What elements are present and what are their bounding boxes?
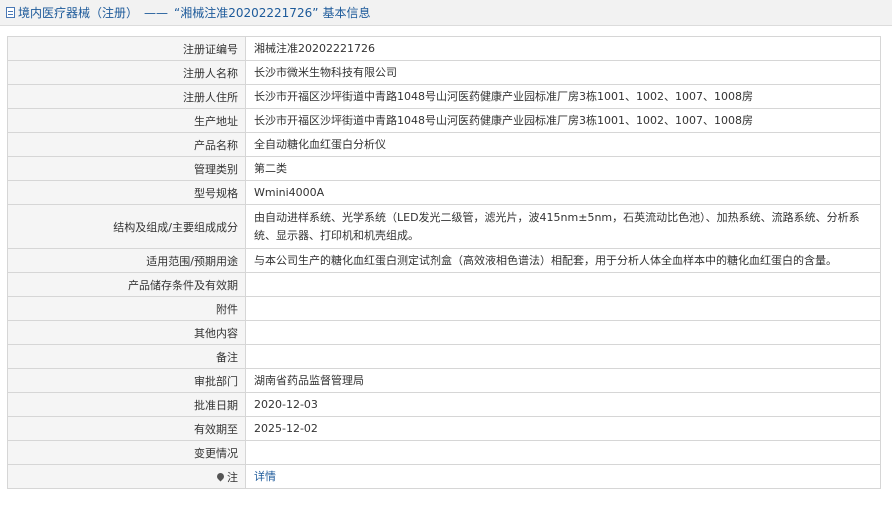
row-value: 湘械注准20202221726: [245, 36, 881, 61]
row-value: 湖南省药品监督管理局: [245, 368, 881, 393]
note-label-cell: 注: [7, 464, 246, 489]
row-label: 结构及组成/主要组成成分: [7, 204, 246, 249]
pin-icon: [215, 471, 226, 481]
row-value: 与本公司生产的糖化血红蛋白测定试剂盒（高效液相色谱法）相配套，用于分析人体全血样…: [245, 248, 881, 273]
row-value: 全自动糖化血红蛋白分析仪: [245, 132, 881, 157]
table-row: 型号规格 Wmini4000A: [7, 180, 881, 205]
row-label: 批准日期: [7, 392, 246, 417]
row-label: 管理类别: [7, 156, 246, 181]
title-record-name: “湘械注准20202221726”: [174, 6, 319, 20]
row-label: 生产地址: [7, 108, 246, 133]
title-suffix: 基本信息: [322, 6, 371, 20]
details-link[interactable]: 详情: [254, 470, 276, 483]
table-row: 审批部门 湖南省药品监督管理局: [7, 368, 881, 393]
row-label: 注册人名称: [7, 60, 246, 85]
table-row: 有效期至 2025-12-02: [7, 416, 881, 441]
row-label: 审批部门: [7, 368, 246, 393]
row-label: 产品名称: [7, 132, 246, 157]
row-value: [245, 296, 881, 321]
row-label: 产品储存条件及有效期: [7, 272, 246, 297]
row-value: 2025-12-02: [245, 416, 881, 441]
table-row: 结构及组成/主要组成成分 由自动进样系统、光学系统（LED发光二级管，滤光片，波…: [7, 204, 881, 249]
row-label: 型号规格: [7, 180, 246, 205]
row-value: [245, 272, 881, 297]
row-label: 注册证编号: [7, 36, 246, 61]
row-value: Wmini4000A: [245, 180, 881, 205]
table-row: 附件: [7, 296, 881, 321]
row-label: 注册人住所: [7, 84, 246, 109]
table-row: 注册证编号 湘械注准20202221726: [7, 36, 881, 61]
row-value: 长沙市微米生物科技有限公司: [245, 60, 881, 85]
row-label: 有效期至: [7, 416, 246, 441]
note-row: 注 详情: [7, 464, 881, 489]
row-value: 第二类: [245, 156, 881, 181]
table-row: 注册人名称 长沙市微米生物科技有限公司: [7, 60, 881, 85]
row-label: 其他内容: [7, 320, 246, 345]
title-category: 境内医疗器械（注册）: [18, 6, 139, 20]
row-label: 附件: [7, 296, 246, 321]
row-value: 由自动进样系统、光学系统（LED发光二级管，滤光片，波415nm±5nm，石英流…: [245, 204, 881, 249]
document-icon: [6, 7, 15, 18]
title-separator: ——: [144, 5, 169, 20]
row-value: [245, 440, 881, 465]
table-row: 生产地址 长沙市开福区沙坪街道中青路1048号山河医药健康产业园标准厂房3栋10…: [7, 108, 881, 133]
row-value: [245, 320, 881, 345]
table-row: 注册人住所 长沙市开福区沙坪街道中青路1048号山河医药健康产业园标准厂房3栋1…: [7, 84, 881, 109]
table-row: 产品名称 全自动糖化血红蛋白分析仪: [7, 132, 881, 157]
table-row: 批准日期 2020-12-03: [7, 392, 881, 417]
row-value: 2020-12-03: [245, 392, 881, 417]
table-row: 备注: [7, 344, 881, 369]
note-value-cell: 详情: [245, 464, 881, 489]
row-label: 变更情况: [7, 440, 246, 465]
row-label: 适用范围/预期用途: [7, 248, 246, 273]
note-label: 注: [227, 470, 238, 484]
page-title-bar: 境内医疗器械（注册） —— “湘械注准20202221726” 基本信息: [0, 0, 892, 26]
table-row: 变更情况: [7, 440, 881, 465]
table-row: 管理类别 第二类: [7, 156, 881, 181]
registration-info-table: 注册证编号 湘械注准20202221726 注册人名称 长沙市微米生物科技有限公…: [7, 36, 881, 489]
row-value: 长沙市开福区沙坪街道中青路1048号山河医药健康产业园标准厂房3栋1001、10…: [245, 84, 881, 109]
table-row: 其他内容: [7, 320, 881, 345]
row-value: [245, 344, 881, 369]
row-label: 备注: [7, 344, 246, 369]
table-row: 产品储存条件及有效期: [7, 272, 881, 297]
table-row: 适用范围/预期用途 与本公司生产的糖化血红蛋白测定试剂盒（高效液相色谱法）相配套…: [7, 248, 881, 273]
row-value: 长沙市开福区沙坪街道中青路1048号山河医药健康产业园标准厂房3栋1001、10…: [245, 108, 881, 133]
